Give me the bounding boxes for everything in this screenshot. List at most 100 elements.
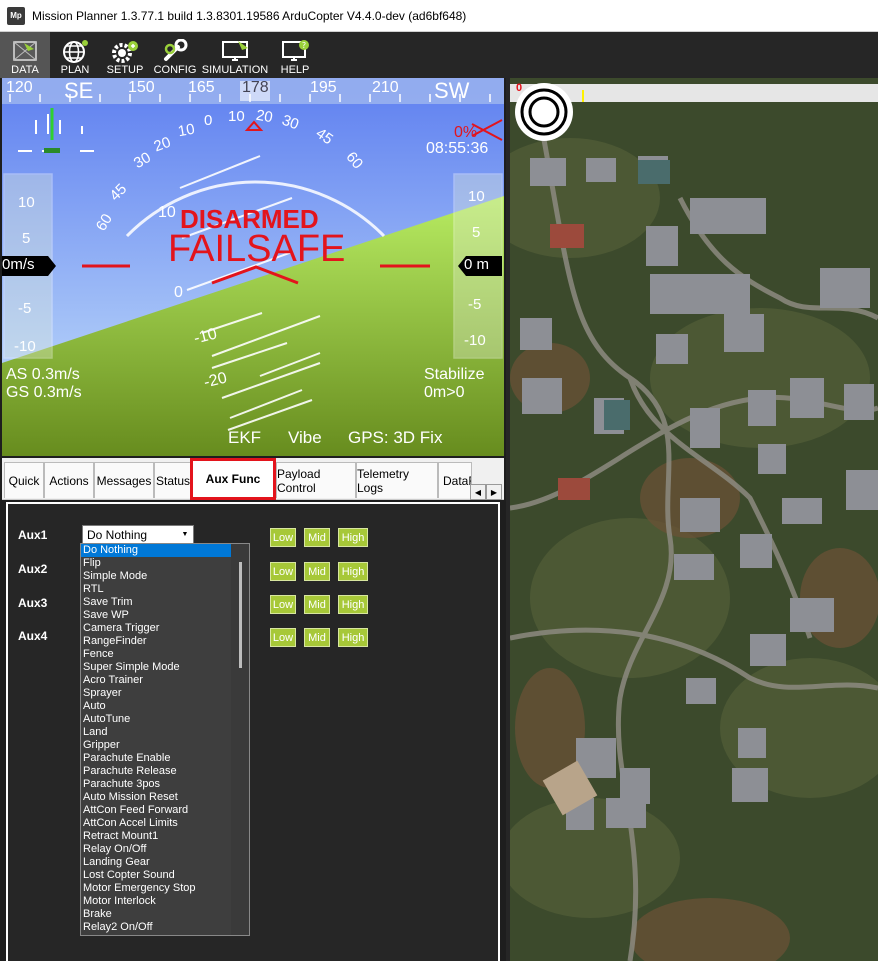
alt-tape-label: -10: [464, 332, 486, 349]
tab-quick[interactable]: Quick: [4, 462, 44, 498]
aux1-label: Aux1: [18, 528, 48, 542]
dropdown-option[interactable]: Parachute Release: [81, 765, 249, 778]
map-view[interactable]: [510, 78, 878, 961]
plan-globe-icon: [63, 40, 88, 63]
aux1-function-select[interactable]: Do Nothing ▼: [82, 525, 194, 545]
menu-plan-label: PLAN: [60, 64, 90, 76]
tab-dataflash[interactable]: DataF: [438, 462, 472, 498]
dropdown-option[interactable]: Acro Trainer: [81, 674, 249, 687]
heading-label: 150: [128, 79, 155, 96]
dropdown-option[interactable]: Parachute Enable: [81, 752, 249, 765]
dropdown-option[interactable]: Retract Mount1: [81, 830, 249, 843]
hud-clock: 08:55:36: [426, 140, 489, 157]
menu-help[interactable]: ? HELP: [270, 32, 320, 78]
pitch-label: 0: [174, 284, 183, 301]
groundspeed-readout: GS 0.3m/s: [6, 384, 82, 401]
dropdown-option[interactable]: Relay On/Off: [81, 843, 249, 856]
map-overlay-controls: [515, 83, 584, 141]
speed-tape-label: -10: [14, 338, 36, 355]
aux1-mid-button[interactable]: Mid: [304, 528, 330, 547]
alt-tape-label: -5: [468, 296, 482, 313]
menu-data[interactable]: DATA: [0, 32, 50, 78]
dropdown-option[interactable]: Sprayer: [81, 687, 249, 700]
heading-label: SW: [434, 78, 470, 103]
flight-mode: Stabilize: [424, 366, 485, 383]
dropdown-option[interactable]: Gripper: [81, 739, 249, 752]
dropdown-scrollbar[interactable]: [231, 544, 249, 935]
menu-plan[interactable]: PLAN: [50, 32, 100, 78]
menu-config[interactable]: CONFIG: [150, 32, 200, 78]
dropdown-option[interactable]: Parachute 3pos: [81, 778, 249, 791]
dropdown-option[interactable]: Landing Gear: [81, 856, 249, 869]
menu-config-label: CONFIG: [153, 64, 197, 76]
roll-label: 10: [176, 120, 197, 141]
map-zoom-marker[interactable]: [582, 90, 584, 102]
roll-label: 10: [228, 108, 245, 125]
pitch-label: 10: [158, 204, 176, 221]
dropdown-option[interactable]: Motor Emergency Stop: [81, 882, 249, 895]
alt-value: 0 m: [464, 256, 490, 273]
aux2-high-button[interactable]: High: [338, 562, 368, 581]
aux2-mid-button[interactable]: Mid: [304, 562, 330, 581]
roll-label: 0: [204, 112, 213, 129]
dropdown-option[interactable]: Super Simple Mode: [81, 661, 249, 674]
tab-actions[interactable]: Actions: [44, 462, 94, 498]
aux3-mid-button[interactable]: Mid: [304, 595, 330, 614]
dropdown-option[interactable]: Camera Trigger: [81, 622, 249, 635]
config-wrench-icon: [164, 39, 188, 61]
aux1-function-dropdown-list[interactable]: Do Nothing Flip Simple Mode RTL Save Trim Sav…: [80, 543, 250, 936]
dropdown-option[interactable]: AttCon Feed Forward: [81, 804, 249, 817]
aux4-high-button[interactable]: High: [338, 628, 368, 647]
window-titlebar: Mp Mission Planner 1.3.77.1 build 1.3.83…: [0, 0, 878, 32]
dropdown-option[interactable]: Simple Mode: [81, 570, 249, 583]
dropdown-option[interactable]: Lost Copter Sound: [81, 869, 249, 882]
heading-label: 210: [372, 79, 399, 96]
aux3-high-button[interactable]: High: [338, 595, 368, 614]
tab-scroll-left-icon[interactable]: ◀: [470, 484, 486, 500]
speed-tape-label: 10: [18, 194, 35, 211]
dropdown-option[interactable]: Flip: [81, 557, 249, 570]
dropdown-option[interactable]: Fence: [81, 648, 249, 661]
dropdown-option[interactable]: Do Nothing: [81, 544, 249, 557]
menu-help-label: HELP: [280, 64, 310, 76]
chevron-down-icon[interactable]: ▼: [177, 526, 193, 544]
tab-aux-func[interactable]: Aux Func: [190, 458, 276, 500]
menu-simulation[interactable]: SIMULATION: [200, 32, 270, 78]
aux1-low-button[interactable]: Low: [270, 528, 296, 547]
status-failsafe: FAILSAFE: [168, 228, 346, 270]
aux1-high-button[interactable]: High: [338, 528, 368, 547]
map-marker-zero-label: 0: [516, 82, 523, 94]
dropdown-option[interactable]: RangeFinder: [81, 635, 249, 648]
dropdown-option[interactable]: Auto: [81, 700, 249, 713]
aux4-label: Aux4: [18, 629, 48, 643]
aux2-low-button[interactable]: Low: [270, 562, 296, 581]
dropdown-option[interactable]: Brake: [81, 908, 249, 921]
tab-messages[interactable]: Messages: [94, 462, 154, 498]
waypoint-distance: 0m>0: [424, 384, 465, 401]
dropdown-option[interactable]: Auto Mission Reset: [81, 791, 249, 804]
menu-setup[interactable]: SETUP: [100, 32, 150, 78]
vibe-status-button[interactable]: Vibe: [288, 428, 322, 448]
aux4-low-button[interactable]: Low: [270, 628, 296, 647]
tab-status[interactable]: Status: [154, 462, 192, 498]
tab-scroll-right-icon[interactable]: ▶: [486, 484, 502, 500]
compass-ring: [515, 83, 573, 141]
satellite-map-image: [510, 78, 878, 961]
tab-telemetry-logs[interactable]: Telemetry Logs: [356, 462, 438, 498]
heading-label: 165: [188, 79, 215, 96]
dropdown-option[interactable]: Save WP: [81, 609, 249, 622]
dropdown-option[interactable]: RTL: [81, 583, 249, 596]
dropdown-option[interactable]: Motor Interlock: [81, 895, 249, 908]
dropdown-option[interactable]: AttCon Accel Limits: [81, 817, 249, 830]
ekf-status-button[interactable]: EKF: [228, 428, 261, 448]
aux4-mid-button[interactable]: Mid: [304, 628, 330, 647]
dropdown-option[interactable]: Land: [81, 726, 249, 739]
dropdown-scrollbar-thumb[interactable]: [239, 562, 242, 668]
heading-label: 195: [310, 79, 337, 96]
dropdown-option[interactable]: Relay2 On/Off: [81, 921, 249, 934]
dropdown-option[interactable]: AutoTune: [81, 713, 249, 726]
tab-payload-control[interactable]: Payload Control: [276, 462, 356, 498]
dropdown-option[interactable]: Save Trim: [81, 596, 249, 609]
aux3-low-button[interactable]: Low: [270, 595, 296, 614]
data-icon: [13, 41, 37, 61]
